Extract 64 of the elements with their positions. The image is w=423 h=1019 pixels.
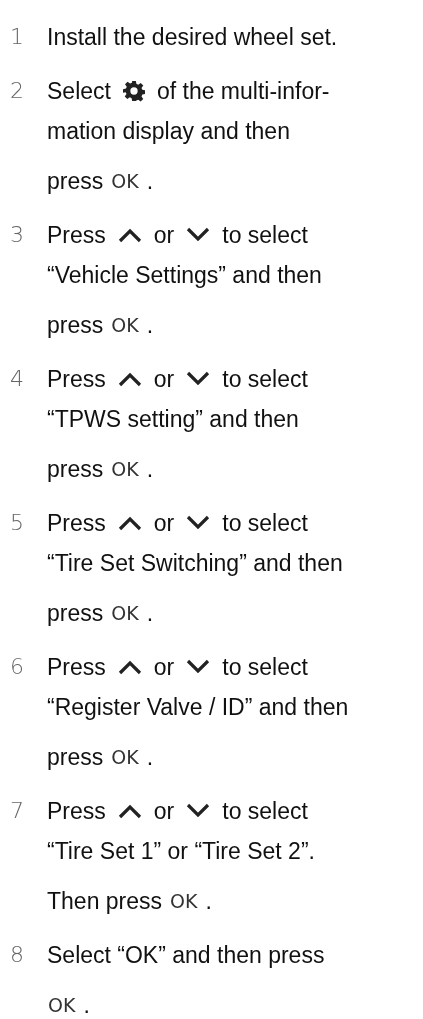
- instruction-text: .: [146, 167, 154, 195]
- instruction-text: .: [83, 991, 90, 1019]
- instruction-text: or: [153, 797, 175, 825]
- instruction-text: Press: [47, 797, 106, 825]
- instruction-text: “Vehicle Settings” and then: [47, 261, 322, 289]
- step-number: 4: [10, 365, 25, 393]
- instruction-text: or: [153, 221, 175, 249]
- chevron-up-icon: [117, 515, 142, 531]
- instruction-text: Select: [47, 77, 111, 105]
- instruction-text: .: [205, 887, 212, 915]
- chevron-up-icon: [117, 371, 142, 387]
- instruction-text: Press: [47, 653, 106, 681]
- instruction-text: .: [146, 743, 154, 771]
- instruction-text: press: [47, 743, 104, 771]
- instruction-text: .: [146, 599, 154, 627]
- instruction-text: Press: [47, 509, 106, 537]
- instruction-text: Install the desired wheel set.: [47, 23, 338, 51]
- button-label: OK: [111, 169, 139, 193]
- step-number: 8: [10, 941, 25, 969]
- instruction-text: Select “OK” and then press: [47, 941, 325, 969]
- instruction-text: “TPWS setting” and then: [47, 405, 299, 433]
- instruction-text: or: [153, 653, 175, 681]
- chevron-up-icon: [117, 659, 142, 675]
- instruction-text: “Tire Set 1” or “Tire Set 2”.: [47, 837, 315, 865]
- gear-icon: [122, 80, 145, 102]
- step-number: 2: [10, 77, 25, 105]
- instruction-text: .: [146, 455, 154, 483]
- button-label: OK: [111, 313, 139, 337]
- instruction-text: “Register Valve / ID” and then: [47, 693, 349, 721]
- step-number: 3: [10, 221, 25, 249]
- step-number: 6: [10, 653, 25, 681]
- step-number: 7: [10, 797, 25, 825]
- chevron-up-icon: [117, 227, 142, 243]
- button-label: OK: [48, 993, 76, 1017]
- instruction-text: mation display and then: [47, 117, 290, 145]
- instruction-text: or: [153, 365, 175, 393]
- step-number: 5: [10, 509, 25, 537]
- instruction-text: press: [47, 167, 104, 195]
- instruction-text: press: [47, 455, 104, 483]
- instruction-text: press: [47, 311, 104, 339]
- step-number: 1: [10, 23, 25, 51]
- instruction-text: to select: [222, 365, 308, 393]
- chevron-down-icon: [186, 227, 211, 243]
- chevron-down-icon: [186, 515, 211, 531]
- chevron-down-icon: [186, 659, 211, 675]
- instruction-text: to select: [222, 509, 308, 537]
- button-label: OK: [111, 601, 139, 625]
- instruction-text: .: [146, 311, 154, 339]
- chevron-down-icon: [186, 371, 211, 387]
- instruction-text: Press: [47, 365, 106, 393]
- instruction-text: press: [47, 599, 104, 627]
- instruction-text: or: [153, 509, 175, 537]
- button-label: OK: [111, 457, 139, 481]
- button-label: OK: [170, 889, 198, 913]
- button-label: OK: [111, 745, 139, 769]
- instruction-text: of the multi-infor-: [156, 77, 330, 105]
- instruction-text: to select: [222, 797, 308, 825]
- chevron-up-icon: [117, 803, 142, 819]
- instruction-text: Then press: [47, 887, 163, 915]
- instruction-text: to select: [222, 653, 308, 681]
- instruction-text: Press: [47, 221, 106, 249]
- chevron-down-icon: [186, 803, 211, 819]
- instruction-text: to select: [222, 221, 308, 249]
- instruction-text: “Tire Set Switching” and then: [47, 549, 343, 577]
